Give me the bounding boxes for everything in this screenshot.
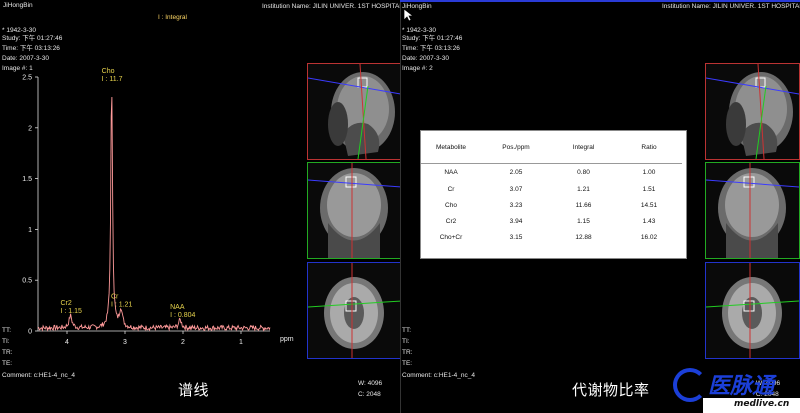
y-tick-label: 0.5 [22, 278, 32, 285]
cell-ratio: 1.43 [642, 217, 656, 225]
table-row: Cho+Cr 3.15 12.88 16.02 [421, 229, 682, 245]
param-ti: TI: [2, 338, 10, 345]
table-row: NAA 2.05 0.80 1.00 [421, 164, 682, 181]
operator-name: JiHongBin [3, 2, 33, 9]
comment: Comment: c:HE1-4_nc_4 [2, 372, 75, 379]
acq-time: Time: 下午 03:13:26 [402, 45, 460, 52]
cell-metabolite: Cho+Cr [439, 233, 463, 241]
sagittal-localizer[interactable] [307, 63, 400, 160]
cell-metabolite: Cr [447, 185, 455, 193]
cell-integral: 11.66 [575, 201, 592, 209]
cell-position: 3.23 [509, 201, 523, 209]
peak-label: Cho [102, 68, 115, 75]
header-position: Pos./ppm [502, 143, 530, 151]
caption-spectrum: 谱线 [178, 381, 210, 399]
axial-localizer[interactable] [705, 262, 800, 359]
x-tick-label: 4 [65, 339, 69, 346]
brand-logo: 医脉通 medlive.cn [668, 362, 800, 413]
coronal-localizer[interactable] [705, 162, 800, 259]
param-tt: TT: [402, 327, 412, 334]
y-tick-label: 2 [28, 125, 32, 132]
active-frame-border [400, 0, 800, 2]
peak-integral-label: I : 11.7 [102, 76, 123, 83]
y-tick-label: 1.5 [22, 176, 32, 183]
table-row: Cr2 3.94 1.15 1.43 [421, 213, 682, 229]
cell-metabolite: Cr2 [445, 217, 457, 225]
param-te: TE: [2, 360, 13, 367]
patient-id: * 1942-3-30 [402, 27, 436, 34]
x-tick-label: 2 [181, 339, 185, 346]
institution-name: Institution Name: JILIN UNIVER. 1ST HOSP… [262, 3, 400, 10]
peak-label: Cr2 [60, 300, 71, 307]
param-tr: TR: [2, 349, 13, 356]
peak-integral-label: I : 1.15 [60, 308, 82, 315]
study-time: Study: 下午 01:27:46 [2, 35, 63, 42]
param-tr: TR: [402, 349, 413, 356]
cell-metabolite: Cho [445, 201, 457, 209]
spectrum-line [37, 96, 271, 332]
y-tick-label: 0 [28, 329, 32, 336]
table-row: Cho 3.23 11.66 14.51 [421, 197, 682, 213]
table-row: Cr 3.07 1.21 1.51 [421, 181, 682, 197]
peak-integral-label: I : 0.804 [170, 312, 195, 319]
cell-position: 3.15 [509, 233, 523, 241]
header-ratio: Ratio [641, 143, 657, 151]
window-width: W: 4096 [358, 380, 383, 387]
right-screen: JiHongBin Institution Name: JILIN UNIVER… [400, 0, 800, 413]
study-time: Study: 下午 01:27:46 [402, 35, 463, 42]
param-ti: TI: [402, 338, 410, 345]
institution-name: Institution Name: JILIN UNIVER. 1ST HOSP… [662, 3, 800, 10]
patient-id: * 1942-3-30 [2, 27, 36, 34]
image-number: Image #: 2 [402, 65, 433, 72]
metabolite-table: Metabolite Pos./ppm Integral Ratio NAA 2… [420, 130, 687, 259]
y-tick-label: 2.5 [22, 75, 32, 82]
peak-integral-label: I : 1.21 [111, 302, 133, 309]
x-axis-label: ppm [280, 336, 294, 343]
param-tt: TT: [2, 327, 12, 334]
peak-label: Cr [111, 294, 119, 301]
mode-label: I : Integral [158, 14, 187, 21]
x-tick-label: 1 [239, 339, 243, 346]
acq-time: Time: 下午 03:13:26 [2, 45, 60, 52]
left-screen: JiHongBin I : Integral Institution Name:… [0, 0, 400, 413]
cell-position: 3.94 [509, 217, 523, 225]
cell-position: 3.07 [509, 185, 523, 193]
y-tick-label: 1 [28, 227, 32, 234]
cell-ratio: 16.02 [640, 233, 658, 241]
header-metabolite: Metabolite [436, 143, 466, 151]
spectrum-chart: 0 0.5 1 1.5 2 2.5 4 3 2 1 ppm ChoI : 11.7 CrI : 1.21… [22, 68, 294, 346]
caption-metabolite-ratio: 代谢物比率 [572, 381, 650, 399]
cell-position: 2.05 [509, 169, 523, 176]
comment: Comment: c:HE1-4_nc_4 [402, 372, 475, 379]
cell-ratio: 1.00 [642, 169, 656, 176]
sagittal-localizer[interactable] [705, 63, 800, 160]
x-tick-label: 3 [123, 339, 127, 346]
metabolite-grid: Metabolite Pos./ppm Integral Ratio NAA 2… [421, 131, 682, 245]
cell-integral: 0.80 [577, 169, 590, 176]
window-center: C: 2048 [358, 391, 381, 398]
peak-label: NAA [170, 304, 185, 311]
cell-integral: 12.88 [575, 233, 592, 241]
cell-metabolite: NAA [444, 169, 458, 176]
param-te: TE: [402, 360, 413, 367]
cell-ratio: 1.51 [642, 185, 656, 193]
cell-integral: 1.15 [577, 217, 590, 225]
acq-date: Date: 2007-3-30 [402, 55, 449, 62]
axial-localizer[interactable] [307, 262, 400, 359]
cell-ratio: 14.51 [640, 201, 658, 209]
logo-url: medlive.cn [734, 399, 790, 409]
header-integral: Integral [572, 143, 595, 151]
coronal-localizer[interactable] [307, 162, 400, 259]
cell-integral: 1.21 [577, 185, 590, 193]
table-header-row: Metabolite Pos./ppm Integral Ratio [421, 131, 682, 163]
logo-brand: 医脉通 [708, 374, 775, 399]
logo-mark [673, 368, 707, 402]
mouse-pointer-icon [403, 8, 413, 22]
